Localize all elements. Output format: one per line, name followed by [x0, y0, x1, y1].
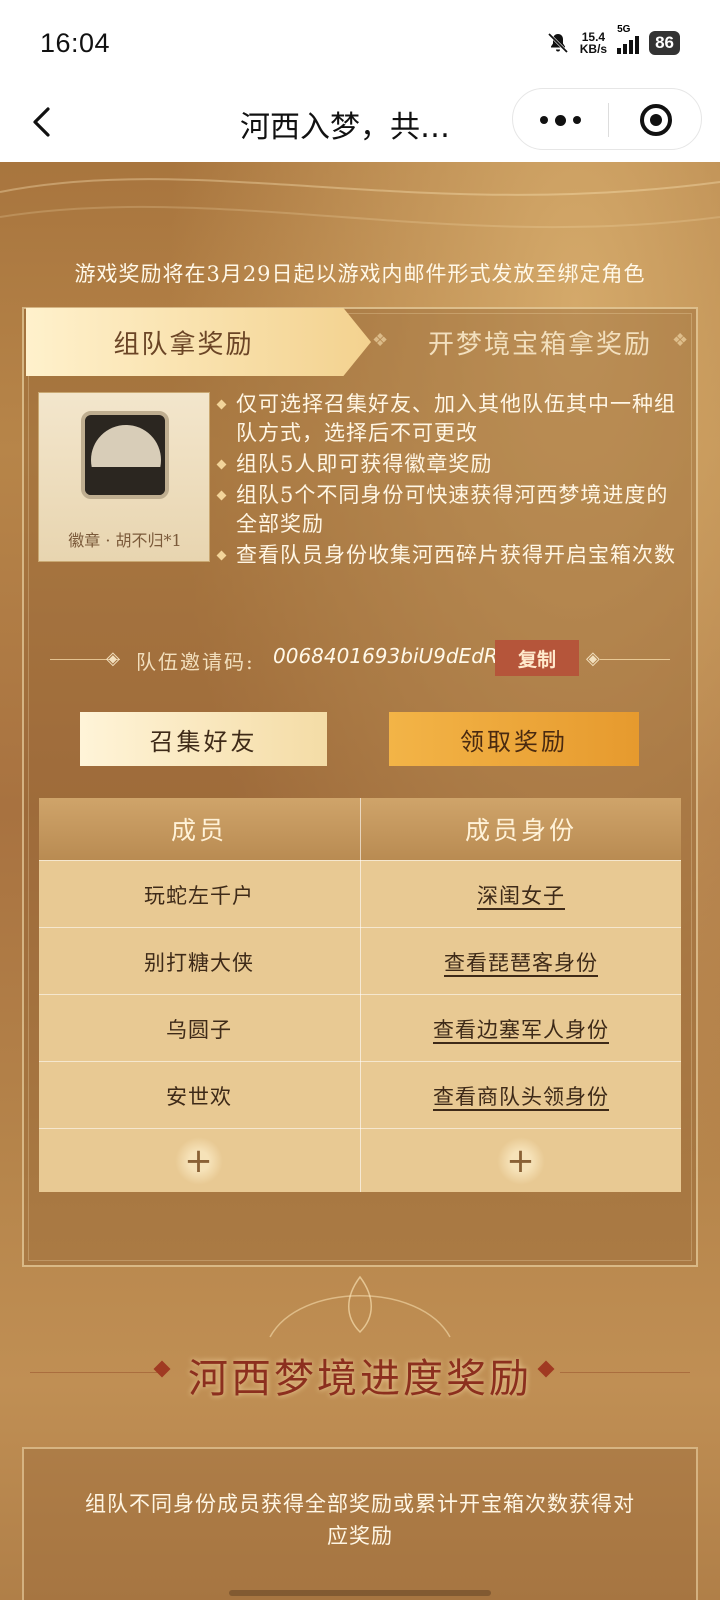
progress-description: 组队不同身份成员获得全部奖励或累计开宝箱次数获得对应奖励	[85, 1492, 635, 1548]
tab-team-rewards[interactable]: 组队拿奖励	[26, 308, 371, 376]
diamond-decoration-icon: ◈	[106, 648, 120, 669]
table-row-add: + +	[39, 1128, 681, 1193]
copy-button[interactable]: 复制	[495, 640, 579, 676]
event-content: 游戏奖励将在3月29日起以游戏内邮件形式发放至绑定角色 组队拿奖励 ❖ ❖ 开梦…	[0, 162, 720, 1600]
tab-chest-rewards[interactable]: 开梦境宝箱拿奖励	[385, 308, 695, 376]
team-members-table: 成员 成员身份 玩蛇左千户 深闺女子 别打糖大侠 查看琵琶客身份 乌圆子 查看边…	[39, 798, 681, 1192]
nav-bar: 河西入梦，共…	[0, 84, 720, 162]
invite-code-row: ◈ 队伍邀请码: 0068401693biU9dEdR 复制 ◈	[40, 640, 680, 680]
member-identity-link[interactable]: 查看边塞军人身份	[361, 995, 681, 1062]
table-row: 别打糖大侠 查看琵琶客身份	[39, 927, 681, 995]
divider-line	[600, 659, 670, 660]
rule-item: 仅可选择召集好友、加入其他队伍其中一种组队方式，选择后不可更改	[216, 390, 678, 448]
table-row: 安世欢 查看商队头领身份	[39, 1061, 681, 1129]
team-rules-list: 仅可选择召集好友、加入其他队伍其中一种组队方式，选择后不可更改 组队5人即可获得…	[216, 390, 678, 572]
invite-code-label: 队伍邀请码:	[136, 650, 255, 674]
rule-text: 组队5人即可获得徽章奖励	[236, 452, 493, 476]
invite-code-value: 0068401693biU9dEdR	[273, 644, 498, 668]
network-type: 5G	[617, 24, 631, 35]
battery-icon: 86	[649, 31, 680, 55]
back-chevron-icon[interactable]	[22, 102, 62, 142]
status-time: 16:04	[40, 28, 111, 58]
mini-program-capsule	[512, 88, 702, 150]
plus-icon: +	[506, 1141, 536, 1181]
badge-label: 徽章 · 胡不归*1	[68, 531, 182, 550]
badge-image	[81, 411, 169, 499]
network-speed: 15.4 KB/s	[580, 31, 607, 55]
rule-text: 组队5个不同身份可快速获得河西梦境进度的全部奖励	[236, 483, 669, 536]
divider-line	[560, 1372, 690, 1373]
section-title-progress: 河西梦境进度奖励	[188, 1356, 532, 1402]
rule-item: 查看队员身份收集河西碎片获得开启宝箱次数	[216, 541, 678, 570]
tab-team-rewards-label: 组队拿奖励	[113, 329, 254, 360]
close-target-icon[interactable]	[609, 89, 703, 151]
signal-icon: 5G	[617, 24, 640, 54]
member-name: 安世欢	[166, 1084, 232, 1109]
claim-reward-button[interactable]: 领取奖励	[389, 712, 639, 766]
column-header-member: 成员	[170, 816, 227, 845]
member-name: 乌圆子	[166, 1017, 232, 1042]
network-speed-unit: KB/s	[579, 42, 608, 56]
mute-bell-icon	[547, 32, 568, 54]
status-icons: 15.4 KB/s 5G 86	[546, 24, 680, 59]
page-title: 河西入梦，共…	[240, 110, 450, 145]
diamond-decoration-icon: ◈	[586, 648, 600, 669]
battery-level: 86	[655, 33, 674, 52]
rule-item: 组队5人即可获得徽章奖励	[216, 450, 678, 479]
more-dots-icon[interactable]	[513, 89, 608, 151]
member-identity-link[interactable]: 深闺女子	[361, 861, 681, 928]
member-name: 玩蛇左千户	[144, 883, 254, 908]
gather-friends-button[interactable]: 召集好友	[80, 712, 327, 766]
add-member-cell[interactable]: +	[39, 1129, 359, 1193]
table-row: 乌圆子 查看边塞军人身份	[39, 994, 681, 1062]
rule-text: 查看队员身份收集河西碎片获得开启宝箱次数	[236, 543, 676, 567]
plus-icon: +	[184, 1141, 214, 1181]
column-header-identity: 成员身份	[464, 816, 577, 845]
add-identity-cell[interactable]: +	[361, 1129, 681, 1193]
tab-chest-rewards-label: 开梦境宝箱拿奖励	[427, 329, 652, 360]
reward-notice: 游戏奖励将在3月29日起以游戏内邮件形式发放至绑定角色	[74, 262, 646, 286]
member-identity-link[interactable]: 查看商队头领身份	[361, 1062, 681, 1129]
member-identity-link[interactable]: 查看琵琶客身份	[361, 928, 681, 995]
status-bar: 16:04 15.4 KB/s 5G 86	[0, 0, 720, 84]
member-name: 别打糖大侠	[144, 950, 254, 975]
home-indicator[interactable]	[229, 1590, 491, 1596]
rule-item: 组队5个不同身份可快速获得河西梦境进度的全部奖励	[216, 481, 678, 539]
ornament-decoration	[269, 1275, 451, 1338]
rule-text: 仅可选择召集好友、加入其他队伍其中一种组队方式，选择后不可更改	[236, 392, 676, 445]
table-row: 玩蛇左千户 深闺女子	[39, 860, 681, 928]
badge-reward-card: 徽章 · 胡不归*1	[38, 392, 210, 562]
